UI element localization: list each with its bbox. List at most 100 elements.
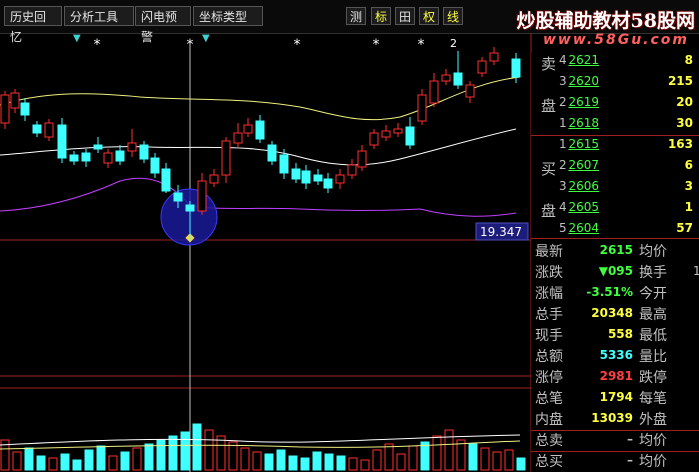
volume-bar — [372, 449, 382, 471]
volume-bar — [300, 457, 310, 471]
sell-level: 4 — [559, 53, 567, 67]
stat-row: 涨停 2981 跌停 — [531, 367, 699, 388]
stat-row: 总手 20348 最高 — [531, 304, 699, 325]
candle-body — [173, 192, 183, 202]
stat-label: 内盘 — [535, 412, 563, 428]
volume-bar — [492, 451, 502, 471]
candle-body — [81, 152, 91, 162]
volume-bar — [24, 447, 34, 471]
volume-bar — [60, 453, 70, 471]
volume-bar — [360, 459, 370, 471]
stat-value: 5336 — [599, 348, 633, 362]
stat-row: 涨幅 -3.51% 今开 — [531, 283, 699, 304]
volume-bar — [396, 453, 406, 471]
sell-row[interactable]: 卖 4 2621 8 — [531, 53, 699, 74]
candle-body — [10, 92, 20, 109]
volume-bar — [276, 449, 286, 471]
history-button[interactable]: 历史回忆 — [4, 6, 62, 44]
candle-body — [357, 150, 367, 168]
sell-price: 2619 — [568, 95, 599, 109]
volume-bar — [420, 441, 430, 471]
analysis-tools-dropdown[interactable]: 分析工具▼ — [64, 6, 134, 44]
watermark-title: 炒股辅助教材58股网 — [516, 10, 695, 32]
mark-button[interactable]: 标 — [371, 7, 391, 25]
sell-volume: 30 — [676, 116, 693, 130]
volume-bar — [348, 457, 358, 471]
candle-body — [291, 168, 301, 180]
candles — [0, 47, 521, 241]
volume-bar — [84, 449, 94, 471]
measure-button[interactable]: 测 — [346, 7, 366, 25]
candle-body — [313, 174, 323, 182]
stat-value: -3.51% — [586, 285, 633, 299]
candle-body — [93, 144, 103, 150]
coordinate-type-dropdown[interactable]: 坐标类型▼ — [193, 6, 263, 44]
stat-label-2: 换手 — [639, 265, 667, 281]
stat-value: 13039 — [591, 411, 633, 425]
candle-body — [381, 130, 391, 138]
volume-bar — [456, 439, 466, 471]
sell-side-label: 卖 — [541, 55, 557, 73]
stat-label: 涨跌 — [535, 265, 563, 281]
buy-level: 4 — [559, 200, 567, 214]
volume-bar — [516, 457, 526, 471]
volume-bar — [468, 443, 478, 471]
weight-button[interactable]: 权 — [419, 7, 439, 25]
candle-body — [405, 126, 415, 146]
buy-volume: 163 — [667, 137, 693, 151]
stat-label-2: 量比 — [639, 349, 667, 365]
stat-value: 558 — [607, 327, 633, 341]
volume-bar — [192, 423, 202, 471]
buy-row[interactable]: 3 2606 3 — [531, 179, 699, 200]
stat-row: 最新 2615 均价 — [531, 241, 699, 262]
buy-price: 2615 — [568, 137, 599, 151]
sell-price: 2621 — [568, 53, 599, 67]
volume-bar — [384, 443, 394, 471]
stat-label-2: 均价 — [639, 244, 667, 260]
buy-level: 3 — [559, 179, 567, 193]
sell-row[interactable]: 3 2620 215 — [531, 74, 699, 95]
volume-bar — [132, 447, 142, 471]
volume-bar — [408, 445, 418, 471]
lower-band-line — [0, 177, 517, 217]
stat-row: 涨跌 ▼095 换手 1 — [531, 262, 699, 283]
buy-volume: 6 — [684, 158, 693, 172]
analysis-label: 分析工具 — [70, 10, 119, 24]
volume-bar — [312, 451, 322, 471]
volume-bar — [252, 451, 262, 471]
sell-level: 3 — [559, 74, 567, 88]
buy-side-label: 盘 — [541, 202, 557, 220]
grid-button[interactable]: 田 — [395, 7, 415, 25]
candle-body — [489, 52, 499, 62]
stat-row: 内盘 13039 外盘 — [531, 409, 699, 430]
orderbook-divider — [531, 238, 699, 239]
candle-body — [477, 60, 487, 74]
buy-row[interactable]: 盘 4 2605 1 — [531, 200, 699, 221]
stat-label: 总买 — [535, 454, 563, 470]
stat-label-2: 最高 — [639, 307, 667, 323]
stat-label-2: 跌停 — [639, 370, 667, 386]
stat-label-2: 均价 — [639, 433, 667, 449]
candle-body — [393, 128, 403, 134]
volume-bar — [444, 429, 454, 471]
stat-row: 总笔 1794 每笔 — [531, 388, 699, 409]
lightning-alert-button[interactable]: 闪电预警 — [135, 6, 191, 44]
sell-row[interactable]: 盘 2 2619 20 — [531, 95, 699, 116]
grid-icon: 田 — [398, 10, 411, 24]
volume-bar — [504, 449, 514, 471]
line-button[interactable]: 线 — [443, 7, 463, 25]
stat-row: 总买 – 均价 — [531, 451, 699, 472]
volume-bar — [72, 459, 82, 471]
sell-volume: 20 — [676, 95, 693, 109]
candle-body — [150, 157, 160, 174]
buy-row[interactable]: 1 2615 163 — [531, 137, 699, 158]
buy-row[interactable]: 买 2 2607 6 — [531, 158, 699, 179]
sell-volume: 8 — [684, 53, 693, 67]
candle-body — [347, 164, 357, 176]
stat-value: 2981 — [599, 369, 633, 383]
buy-price: 2604 — [568, 221, 599, 235]
volume-bar — [180, 431, 190, 471]
stat-row: 总额 5336 量比 — [531, 346, 699, 367]
stat-value: 20348 — [591, 306, 633, 320]
sell-row[interactable]: 1 2618 30 — [531, 116, 699, 137]
